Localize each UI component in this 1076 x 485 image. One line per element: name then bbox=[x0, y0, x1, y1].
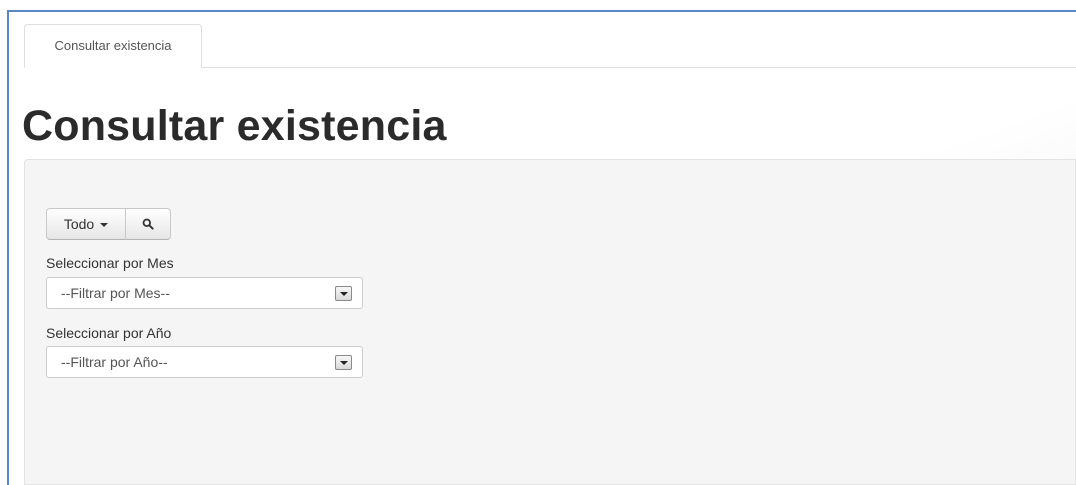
page-title: Consultar existencia bbox=[22, 102, 447, 150]
month-filter-label: Seleccionar por Mes bbox=[46, 255, 174, 271]
filter-button-group: Todo bbox=[46, 208, 171, 240]
filter-panel: Todo Seleccionar por Mes --Filtrar por M… bbox=[24, 159, 1076, 485]
year-select[interactable]: --Filtrar por Año-- bbox=[46, 346, 363, 378]
month-select-value: --Filtrar por Mes-- bbox=[61, 285, 170, 301]
search-icon bbox=[142, 218, 154, 230]
search-button[interactable] bbox=[126, 208, 171, 240]
todo-button-label: Todo bbox=[63, 216, 95, 232]
caret-down-icon bbox=[100, 222, 109, 227]
year-select-value: --Filtrar por Año-- bbox=[61, 354, 168, 370]
tab-consultar-existencia[interactable]: Consultar existencia bbox=[24, 24, 202, 68]
year-filter-label: Seleccionar por Año bbox=[46, 325, 172, 341]
dropdown-arrow-icon[interactable] bbox=[335, 286, 352, 301]
tab-label: Consultar existencia bbox=[54, 38, 172, 53]
todo-dropdown-button[interactable]: Todo bbox=[46, 208, 126, 240]
month-select[interactable]: --Filtrar por Mes-- bbox=[46, 277, 363, 309]
dropdown-arrow-icon[interactable] bbox=[335, 355, 352, 370]
